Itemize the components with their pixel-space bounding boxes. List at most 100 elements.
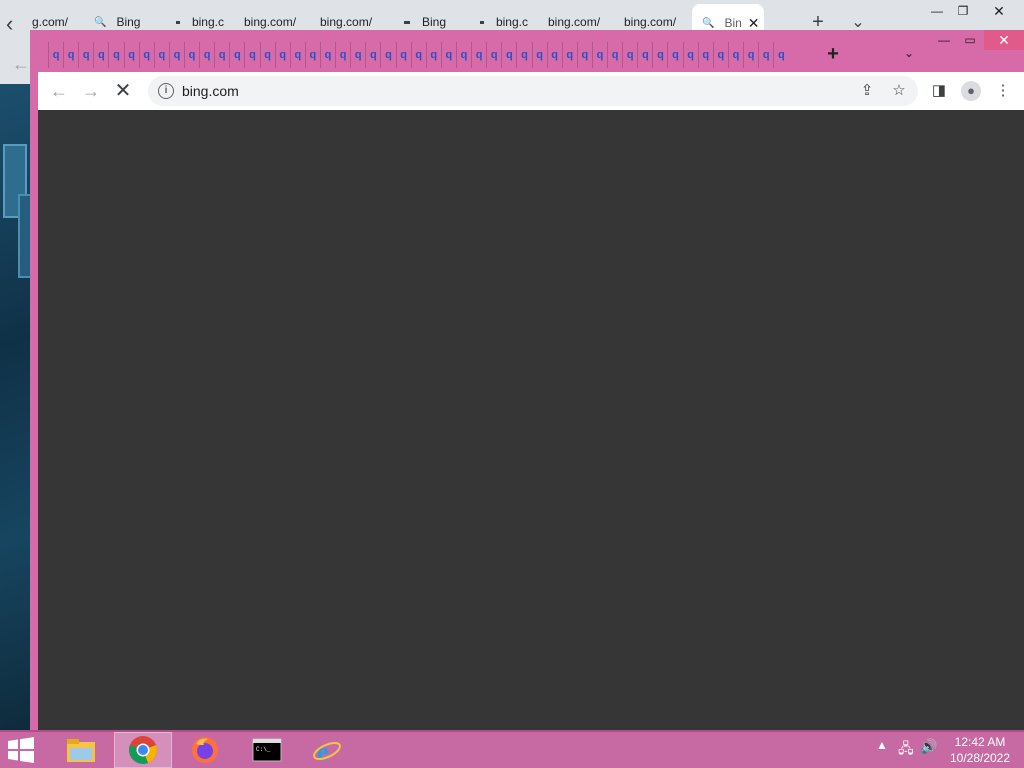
mini-tab[interactable]: q	[471, 42, 486, 68]
chevron-down-icon: ⌄	[851, 14, 865, 31]
mini-tab[interactable]: q	[455, 42, 471, 68]
mini-tab[interactable]: q	[410, 42, 426, 68]
mini-tab[interactable]: q	[48, 42, 63, 68]
back-button[interactable]: ←	[48, 80, 70, 102]
tab-label: bing.com/	[320, 15, 373, 29]
search-icon: q	[234, 49, 241, 61]
address-bar[interactable]: i bing.com ⇪ ☆	[148, 76, 918, 106]
mini-tab[interactable]: q	[168, 42, 184, 68]
mini-tab[interactable]: q	[667, 42, 682, 68]
taskbar-file-explorer[interactable]	[52, 732, 110, 768]
mini-tab[interactable]: q	[697, 42, 713, 68]
search-icon: q	[566, 49, 574, 61]
taskbar-firefox[interactable]	[176, 732, 234, 768]
share-icon[interactable]: ⇪	[856, 80, 878, 102]
mini-tab[interactable]: q	[214, 42, 229, 68]
close-button[interactable]: ✕	[984, 30, 1024, 50]
mini-tab[interactable]: q	[561, 42, 577, 68]
menu-button[interactable]: ⋮	[992, 80, 1014, 102]
taskbar-chrome[interactable]	[114, 732, 172, 768]
mini-tab[interactable]: q	[591, 42, 607, 68]
tab-scroll-left-button[interactable]: ‹	[6, 10, 22, 38]
mini-tab[interactable]: q	[319, 42, 335, 68]
mini-tab[interactable]: q	[546, 42, 562, 68]
mini-tab[interactable]: q	[652, 42, 667, 68]
mini-tab[interactable]: q	[93, 42, 108, 68]
mini-tab[interactable]: q	[335, 42, 350, 68]
mini-tab[interactable]: q	[153, 42, 169, 68]
mini-tab[interactable]: q	[199, 42, 214, 68]
mini-tab[interactable]: q	[576, 42, 592, 68]
tab-label: Bing	[116, 15, 141, 29]
page-content[interactable]	[38, 110, 1024, 730]
mini-tab[interactable]: q	[123, 42, 139, 68]
mini-tab[interactable]: q	[501, 42, 516, 68]
mini-tab[interactable]: q	[350, 42, 365, 68]
mini-tab[interactable]: q	[395, 42, 411, 68]
minimize-button[interactable]: —	[936, 30, 952, 50]
info-icon[interactable]: i	[158, 83, 174, 99]
mini-tab[interactable]: q	[365, 42, 380, 68]
mini-tab[interactable]: q	[637, 42, 652, 68]
side-panel-button[interactable]: ◨	[928, 80, 950, 102]
mini-tab[interactable]: q	[108, 42, 123, 68]
mini-tab[interactable]: q	[138, 42, 154, 68]
chrome-icon	[129, 736, 157, 764]
taskbar-internet-explorer[interactable]: e	[298, 732, 356, 768]
search-icon: q	[657, 49, 664, 61]
mini-tab[interactable]: q	[440, 42, 456, 68]
mini-tab[interactable]: q	[486, 42, 501, 68]
mini-tab[interactable]: q	[607, 42, 622, 68]
mini-tab[interactable]: q	[229, 42, 244, 68]
mini-tab[interactable]: q	[516, 42, 531, 68]
search-icon: q	[203, 49, 211, 61]
mini-tab[interactable]: q	[712, 42, 728, 68]
mini-tab[interactable]: q	[274, 42, 290, 68]
close-button[interactable]: ✕	[988, 0, 1010, 22]
chevron-left-icon: ‹	[6, 11, 14, 36]
star-icon[interactable]: ☆	[888, 80, 910, 102]
taskbar-cmd[interactable]: C:\_	[238, 732, 296, 768]
mini-tab[interactable]: q	[289, 42, 305, 68]
mini-tab[interactable]: q	[622, 42, 637, 68]
new-tab-button[interactable]: +	[822, 44, 844, 66]
minimize-button[interactable]: —	[926, 0, 948, 22]
system-clock[interactable]: 12:42 AM 10/28/2022	[940, 734, 1020, 766]
mini-tab[interactable]: q	[743, 42, 758, 68]
maximize-button[interactable]: ▭	[962, 30, 978, 50]
mini-tab[interactable]: q	[259, 42, 275, 68]
forward-button[interactable]: →	[80, 80, 102, 102]
svg-text:C:\_: C:\_	[256, 746, 271, 753]
mini-tab[interactable]: q	[78, 42, 93, 68]
network-icon[interactable]: 🖧	[898, 738, 914, 762]
profile-button[interactable]: ●	[960, 80, 982, 102]
restore-button[interactable]: ❐	[952, 0, 974, 22]
search-icon: q	[279, 49, 287, 61]
search-icon: 🔍	[94, 16, 107, 28]
search-icon: q	[309, 49, 317, 61]
tab-search-button[interactable]: ⌄	[904, 46, 914, 60]
search-icon: q	[762, 49, 770, 61]
stop-loading-button[interactable]: ✕	[112, 80, 134, 102]
search-icon: 🔍	[702, 17, 715, 29]
search-icon: q	[672, 49, 679, 61]
start-button[interactable]	[6, 736, 42, 766]
mini-tab[interactable]: q	[682, 42, 698, 68]
tab-label: bing.c	[191, 15, 224, 29]
volume-icon[interactable]: 🔊	[920, 738, 937, 755]
mini-tab[interactable]: q	[425, 42, 441, 68]
mini-tab[interactable]: q	[380, 42, 395, 68]
mini-tab[interactable]: q	[244, 42, 259, 68]
tray-overflow-icon[interactable]: ▲	[876, 738, 888, 752]
mini-tab[interactable]: q	[758, 42, 773, 68]
mini-tab[interactable]: q	[531, 42, 547, 68]
restore-icon: ❐	[957, 4, 969, 18]
back-arrow-icon[interactable]: ←	[12, 54, 30, 75]
mini-tab[interactable]: q	[183, 42, 199, 68]
mini-tab[interactable]: q	[727, 42, 743, 68]
side-panel-icon: ◨	[931, 82, 947, 99]
mini-tab[interactable]: q	[63, 42, 78, 68]
close-tab-icon[interactable]: ✕	[748, 15, 760, 32]
mini-tab[interactable]: q	[773, 42, 788, 68]
mini-tab[interactable]: q	[304, 42, 320, 68]
